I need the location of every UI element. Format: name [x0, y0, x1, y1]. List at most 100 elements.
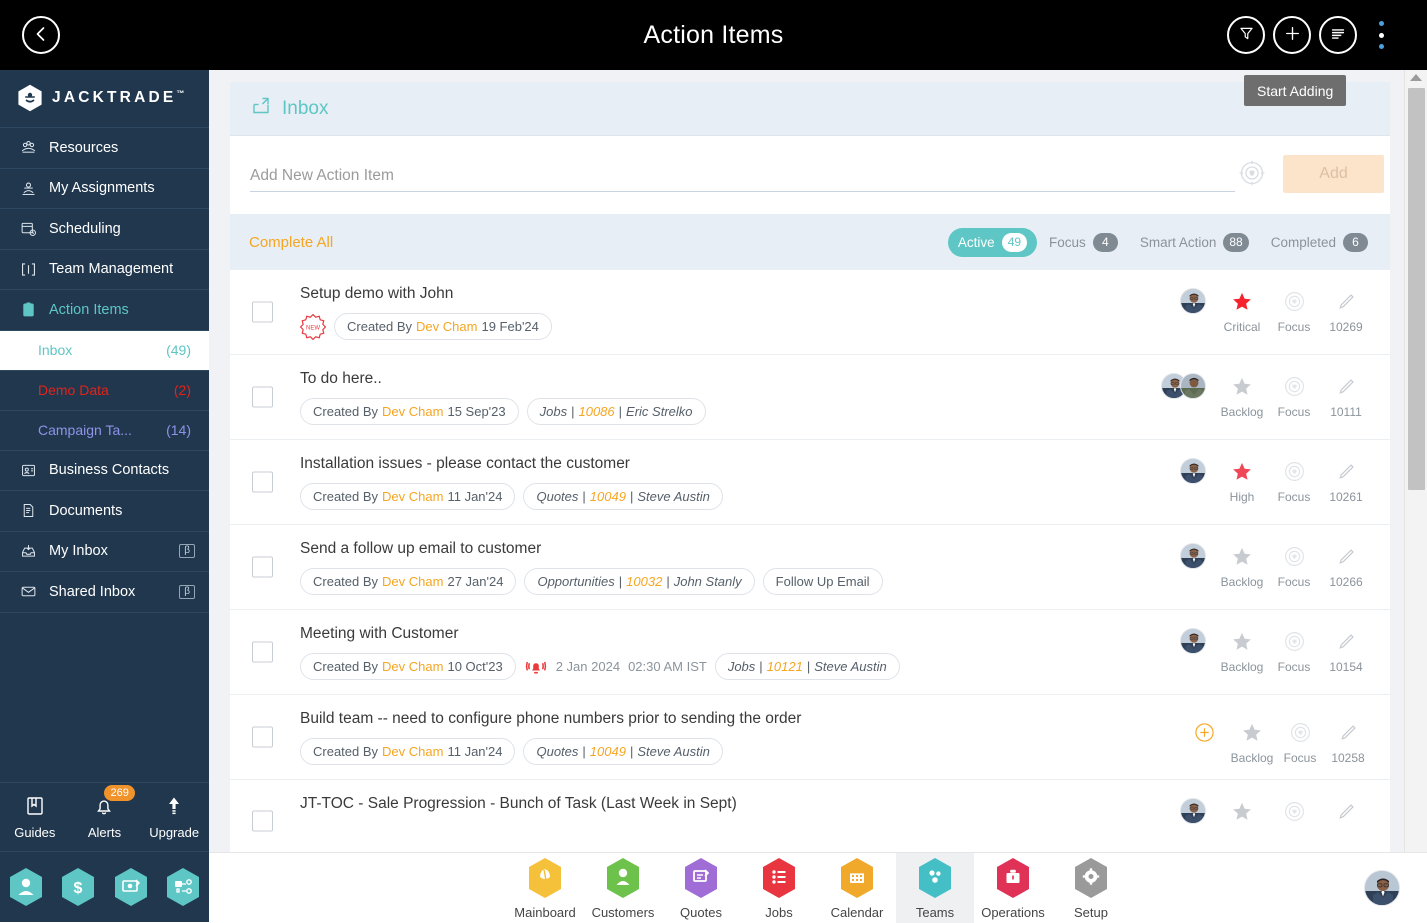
- sidebar-item-my-inbox[interactable]: My Inbox β: [0, 532, 209, 573]
- quick-action-money-transfer[interactable]: [113, 867, 149, 907]
- action-item-row[interactable]: Installation issues - please contact the…: [230, 440, 1390, 525]
- add-assignee-button[interactable]: [1180, 719, 1228, 745]
- reference-chip[interactable]: Opportunities|10032|John Stanly: [524, 568, 754, 595]
- sidebar-item-documents[interactable]: Documents: [0, 491, 209, 532]
- tab-smart-action[interactable]: Smart Action 88: [1130, 228, 1259, 257]
- row-checkbox[interactable]: [252, 557, 273, 578]
- row-checkbox[interactable]: [252, 387, 273, 408]
- action-item-row[interactable]: Setup demo with JohnNEWCreated ByDev Cha…: [230, 270, 1390, 355]
- bottom-nav-jobs[interactable]: Jobs: [740, 853, 818, 923]
- created-by-chip[interactable]: Created ByDev Cham11 Jan'24: [300, 738, 515, 765]
- sidebar-subitem-inbox[interactable]: Inbox (49): [0, 331, 209, 371]
- bottom-nav-setup[interactable]: Setup: [1052, 853, 1130, 923]
- list-view-button[interactable]: [1319, 16, 1357, 54]
- tab-completed[interactable]: Completed 6: [1261, 228, 1378, 257]
- action-item-row[interactable]: Build team -- need to configure phone nu…: [230, 695, 1390, 780]
- alarm-bell-icon[interactable]: [524, 655, 548, 679]
- assignee-avatars[interactable]: [1161, 373, 1206, 399]
- add-button[interactable]: Add: [1283, 155, 1384, 193]
- focus-control[interactable]: Focus: [1276, 719, 1324, 765]
- focus-control[interactable]: Focus: [1268, 373, 1320, 419]
- scrollbar-thumb[interactable]: [1408, 88, 1425, 490]
- bottom-nav-calendar[interactable]: Calendar: [818, 853, 896, 923]
- quick-action-dollar[interactable]: $: [60, 867, 96, 907]
- row-checkbox[interactable]: [252, 810, 273, 831]
- avatar[interactable]: [1180, 458, 1206, 484]
- tag-chip[interactable]: Follow Up Email: [763, 568, 883, 595]
- sidebar-item-action-items[interactable]: Action Items: [0, 290, 209, 331]
- action-item-row[interactable]: Meeting with CustomerCreated ByDev Cham1…: [230, 610, 1390, 695]
- created-by-chip[interactable]: Created ByDev Cham10 Oct'23: [300, 653, 516, 680]
- assignee-avatars[interactable]: [1180, 458, 1206, 484]
- priority-control[interactable]: High: [1216, 458, 1268, 504]
- guides-button[interactable]: Guides: [4, 795, 66, 840]
- sidebar-subitem-campaign-tasks[interactable]: Campaign Ta... (14): [0, 411, 209, 451]
- tab-active[interactable]: Active 49: [948, 228, 1037, 257]
- edit-control[interactable]: 10154: [1320, 628, 1372, 674]
- row-checkbox[interactable]: [252, 302, 273, 323]
- focus-control[interactable]: Focus: [1268, 458, 1320, 504]
- created-by-chip[interactable]: Created ByDev Cham11 Jan'24: [300, 483, 515, 510]
- avatar[interactable]: [1180, 373, 1206, 399]
- row-checkbox[interactable]: [252, 642, 273, 663]
- created-by-chip[interactable]: Created ByDev Cham27 Jan'24: [300, 568, 516, 595]
- focus-control[interactable]: Focus: [1268, 288, 1320, 334]
- created-by-chip[interactable]: Created ByDev Cham15 Sep'23: [300, 398, 519, 425]
- priority-control[interactable]: Backlog: [1228, 719, 1276, 765]
- filter-button[interactable]: [1227, 16, 1265, 54]
- user-avatar[interactable]: [1364, 870, 1400, 906]
- sidebar-item-my-assignments[interactable]: My Assignments: [0, 169, 209, 210]
- bottom-nav-teams[interactable]: Teams: [896, 853, 974, 923]
- avatar[interactable]: [1180, 628, 1206, 654]
- focus-control[interactable]: Focus: [1268, 628, 1320, 674]
- action-item-row[interactable]: JT-TOC - Sale Progression - Bunch of Tas…: [230, 780, 1390, 852]
- avatar[interactable]: [1180, 288, 1206, 314]
- priority-control[interactable]: Backlog: [1216, 628, 1268, 674]
- tab-focus[interactable]: Focus 4: [1039, 228, 1128, 257]
- reference-chip[interactable]: Quotes|10049|Steve Austin: [523, 738, 722, 765]
- action-item-row[interactable]: To do here..Created ByDev Cham15 Sep'23J…: [230, 355, 1390, 440]
- edit-control[interactable]: 10111: [1320, 373, 1372, 419]
- bottom-nav-quotes[interactable]: Quotes: [662, 853, 740, 923]
- assignee-avatars[interactable]: [1180, 543, 1206, 569]
- reference-chip[interactable]: Jobs|10086|Eric Strelko: [527, 398, 706, 425]
- focus-control[interactable]: [1268, 798, 1320, 830]
- add-action-item-input[interactable]: [250, 160, 1235, 192]
- focus-control[interactable]: Focus: [1268, 543, 1320, 589]
- target-shield-icon[interactable]: [1237, 158, 1267, 188]
- bottom-nav-operations[interactable]: Operations: [974, 853, 1052, 923]
- edit-control[interactable]: [1320, 798, 1372, 830]
- alerts-button[interactable]: 269 Alerts: [73, 795, 135, 840]
- edit-control[interactable]: 10269: [1320, 288, 1372, 334]
- more-options-button[interactable]: [1370, 18, 1392, 52]
- assignee-avatars[interactable]: [1180, 288, 1206, 314]
- sidebar-item-team-management[interactable]: Team Management: [0, 250, 209, 291]
- priority-control[interactable]: Backlog: [1216, 543, 1268, 589]
- priority-control[interactable]: [1216, 798, 1268, 830]
- scroll-up-arrow-icon[interactable]: [1410, 74, 1422, 81]
- avatar[interactable]: [1180, 543, 1206, 569]
- reference-chip[interactable]: Jobs|10121|Steve Austin: [715, 653, 900, 680]
- edit-control[interactable]: 10261: [1320, 458, 1372, 504]
- vertical-scrollbar[interactable]: [1404, 70, 1427, 852]
- priority-control[interactable]: Backlog: [1216, 373, 1268, 419]
- upgrade-button[interactable]: Upgrade: [143, 795, 205, 840]
- action-item-row[interactable]: Send a follow up email to customerCreate…: [230, 525, 1390, 610]
- bottom-nav-customers[interactable]: Customers: [584, 853, 662, 923]
- avatar[interactable]: [1180, 798, 1206, 824]
- row-checkbox[interactable]: [252, 727, 273, 748]
- bottom-nav-mainboard[interactable]: Mainboard: [506, 853, 584, 923]
- assignee-avatars[interactable]: [1180, 798, 1206, 824]
- reference-chip[interactable]: Quotes|10049|Steve Austin: [523, 483, 722, 510]
- quick-action-person[interactable]: [8, 867, 44, 907]
- sidebar-item-business-contacts[interactable]: Business Contacts: [0, 451, 209, 492]
- edit-control[interactable]: 10266: [1320, 543, 1372, 589]
- add-action-item-button[interactable]: [1273, 16, 1311, 54]
- row-checkbox[interactable]: [252, 472, 273, 493]
- sidebar-item-shared-inbox[interactable]: Shared Inbox β: [0, 572, 209, 613]
- brand-logo[interactable]: JACKTRADE™: [0, 70, 209, 128]
- sidebar-item-resources[interactable]: Resources: [0, 128, 209, 169]
- quick-action-workflow[interactable]: [165, 867, 201, 907]
- created-by-chip[interactable]: Created ByDev Cham19 Feb'24: [334, 313, 552, 340]
- edit-control[interactable]: 10258: [1324, 719, 1372, 765]
